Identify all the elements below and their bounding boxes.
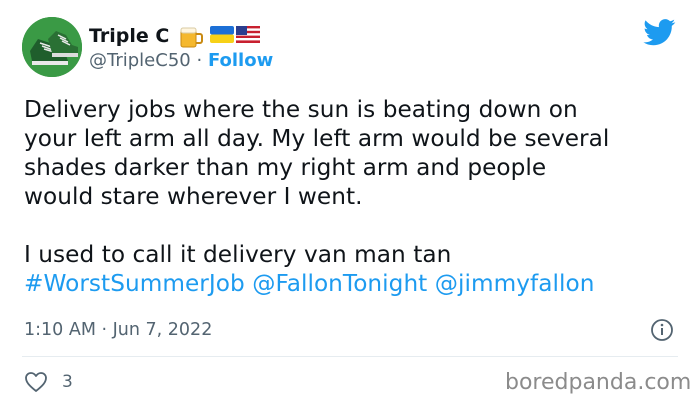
divider (22, 356, 678, 357)
tweet-line: shades darker than my right arm and peop… (24, 154, 547, 181)
us-flag-icon (236, 26, 260, 43)
heart-icon[interactable] (24, 371, 48, 393)
tweet-line: Delivery jobs where the sun is beating d… (24, 96, 578, 123)
mention-link[interactable]: @jimmyfallon (435, 270, 595, 297)
mention-link[interactable]: @FallonTonight (252, 270, 427, 297)
twitter-bird-icon[interactable] (643, 19, 676, 46)
tweet-line: your left arm all day. My left arm would… (24, 125, 610, 152)
info-icon[interactable] (650, 318, 674, 342)
tweet-line: would stare wherever I went. (24, 183, 363, 210)
handle-row: @TripleC50 · Follow (89, 50, 273, 72)
follow-button[interactable]: Follow (208, 50, 273, 71)
like-count: 3 (62, 372, 73, 392)
display-name[interactable]: Triple C (89, 24, 169, 48)
hashtag-link[interactable]: #WorstSummerJob (24, 270, 245, 297)
sneakers-avatar-image (22, 17, 82, 77)
handle[interactable]: @TripleC50 (89, 50, 191, 71)
tweet-line: I used to call it delivery van man tan (24, 241, 452, 268)
tweet-text: Delivery jobs where the sun is beating d… (24, 95, 674, 298)
ukraine-flag-icon (210, 26, 234, 43)
avatar[interactable] (22, 17, 82, 77)
timestamp[interactable]: 1:10 AM · Jun 7, 2022 (24, 318, 212, 342)
beer-mug-icon (180, 27, 203, 48)
tweet-links-line: #WorstSummerJob @FallonTonight @jimmyfal… (24, 269, 674, 298)
watermark: boredpanda.com (505, 370, 692, 395)
separator: · (196, 50, 203, 71)
